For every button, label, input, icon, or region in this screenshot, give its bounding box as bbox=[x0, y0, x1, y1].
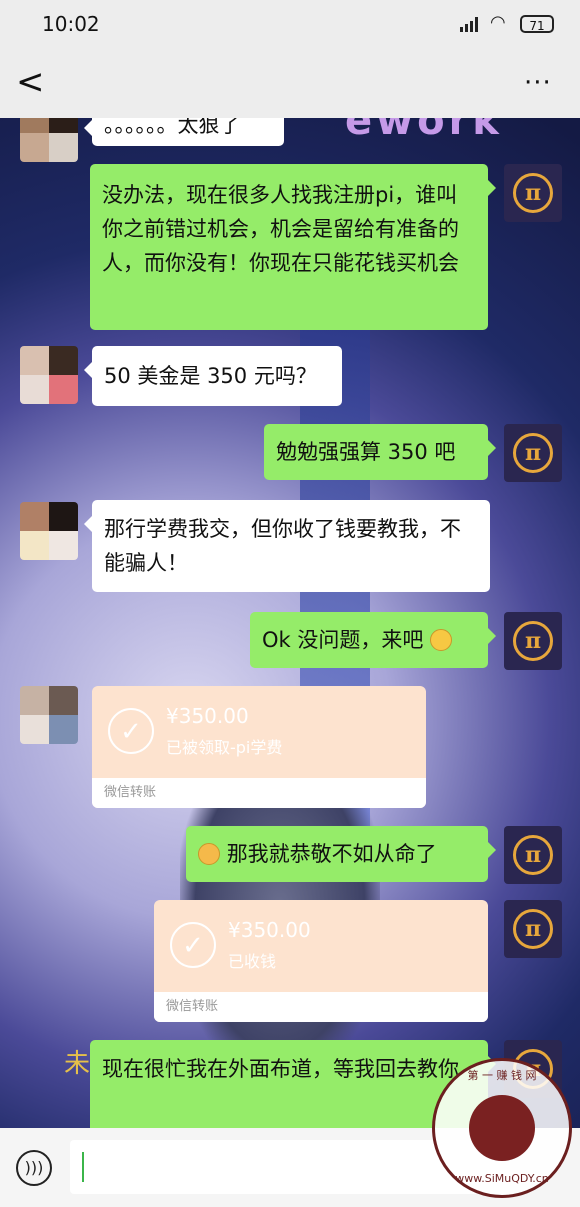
message-text: 那行学费我交，但你收了钱要教我，不能骗人！ bbox=[104, 517, 461, 575]
background-text: ework bbox=[345, 118, 503, 144]
contact-avatar[interactable] bbox=[20, 686, 78, 744]
status-time: 10:02 bbox=[42, 12, 100, 36]
battery-icon: 71 bbox=[520, 15, 554, 33]
message-text: 那我就恭敬不如从命了 bbox=[226, 842, 437, 866]
message-text: 现在很忙我在外面布道，等我回去教你 bbox=[102, 1057, 459, 1081]
transfer-card[interactable]: ✓ ¥350.00 已收钱 微信转账 bbox=[154, 900, 488, 1022]
contact-avatar[interactable] bbox=[20, 502, 78, 560]
signal-icon bbox=[460, 16, 482, 32]
watermark-logo: 第 一 赚 钱 网 www.SiMuQDY.cn bbox=[432, 1058, 572, 1198]
my-avatar[interactable]: π bbox=[504, 900, 562, 958]
transfer-note: 已收钱 bbox=[228, 952, 277, 971]
pi-logo-icon: π bbox=[513, 173, 553, 213]
pi-logo-icon: π bbox=[513, 909, 553, 949]
watermark-url: www.SiMuQDY.cn bbox=[455, 1172, 549, 1185]
pi-logo-icon: π bbox=[513, 621, 553, 661]
transfer-amount: ¥350.00 bbox=[166, 704, 249, 728]
back-icon[interactable]: < bbox=[16, 65, 45, 99]
my-avatar[interactable]: π bbox=[504, 612, 562, 670]
message-bubble[interactable]: 没办法，现在很多人找我注册pi，谁叫你之前错过机会，机会是留给有准备的人，而你没… bbox=[90, 164, 496, 330]
message-text: 50 美金是 350 元吗？ bbox=[104, 364, 317, 388]
transfer-label: 微信转账 bbox=[92, 778, 426, 808]
transfer-note: 已被领取-pi学费 bbox=[166, 738, 283, 757]
check-icon: ✓ bbox=[108, 708, 154, 754]
text-caret bbox=[82, 1152, 84, 1182]
message-bubble[interactable]: Ok 没问题，来吧 bbox=[250, 612, 496, 668]
message-text: 勉勉强强算 350 吧 bbox=[276, 440, 456, 464]
transfer-label: 微信转账 bbox=[154, 992, 488, 1022]
background-caption: 未 bbox=[64, 1049, 91, 1079]
message-bubble[interactable]: 勉勉强强算 350 吧 bbox=[264, 424, 496, 480]
message-text: Ok 没问题，来吧 bbox=[262, 628, 424, 652]
watermark-text: 第 一 赚 钱 网 bbox=[467, 1069, 537, 1082]
pi-logo-icon: π bbox=[513, 835, 553, 875]
wifi-icon: ◠ bbox=[490, 12, 506, 33]
pi-logo-icon: π bbox=[513, 433, 553, 473]
my-avatar[interactable]: π bbox=[504, 164, 562, 222]
my-avatar[interactable]: π bbox=[504, 826, 562, 884]
transfer-card[interactable]: ✓ ¥350.00 已被领取-pi学费 微信转账 bbox=[92, 686, 426, 808]
my-avatar[interactable]: π bbox=[504, 424, 562, 482]
watermark-emblem bbox=[469, 1095, 535, 1161]
more-options-icon[interactable]: ··· bbox=[524, 70, 552, 96]
contact-avatar[interactable] bbox=[20, 346, 78, 404]
message-bubble[interactable]: 那行学费我交，但你收了钱要教我，不能骗人！ bbox=[84, 500, 490, 592]
status-bar: 10:02 ◠ 71 bbox=[0, 0, 580, 50]
message-bubble[interactable]: 那我就恭敬不如从命了 bbox=[186, 826, 496, 882]
transfer-amount: ¥350.00 bbox=[228, 918, 311, 942]
message-bubble[interactable]: 现在很忙我在外面布道，等我回去教你 bbox=[90, 1040, 496, 1128]
message-text: 没办法，现在很多人找我注册pi，谁叫你之前错过机会，机会是留给有准备的人，而你没… bbox=[102, 183, 459, 275]
chat-header: < ··· bbox=[0, 50, 580, 118]
grin-emoji-icon bbox=[430, 629, 453, 651]
shocked-emoji-icon bbox=[198, 843, 220, 865]
message-bubble[interactable]: 50 美金是 350 元吗？ bbox=[84, 346, 342, 406]
check-icon: ✓ bbox=[170, 922, 216, 968]
speaker-icon[interactable]: ))) bbox=[16, 1150, 52, 1186]
